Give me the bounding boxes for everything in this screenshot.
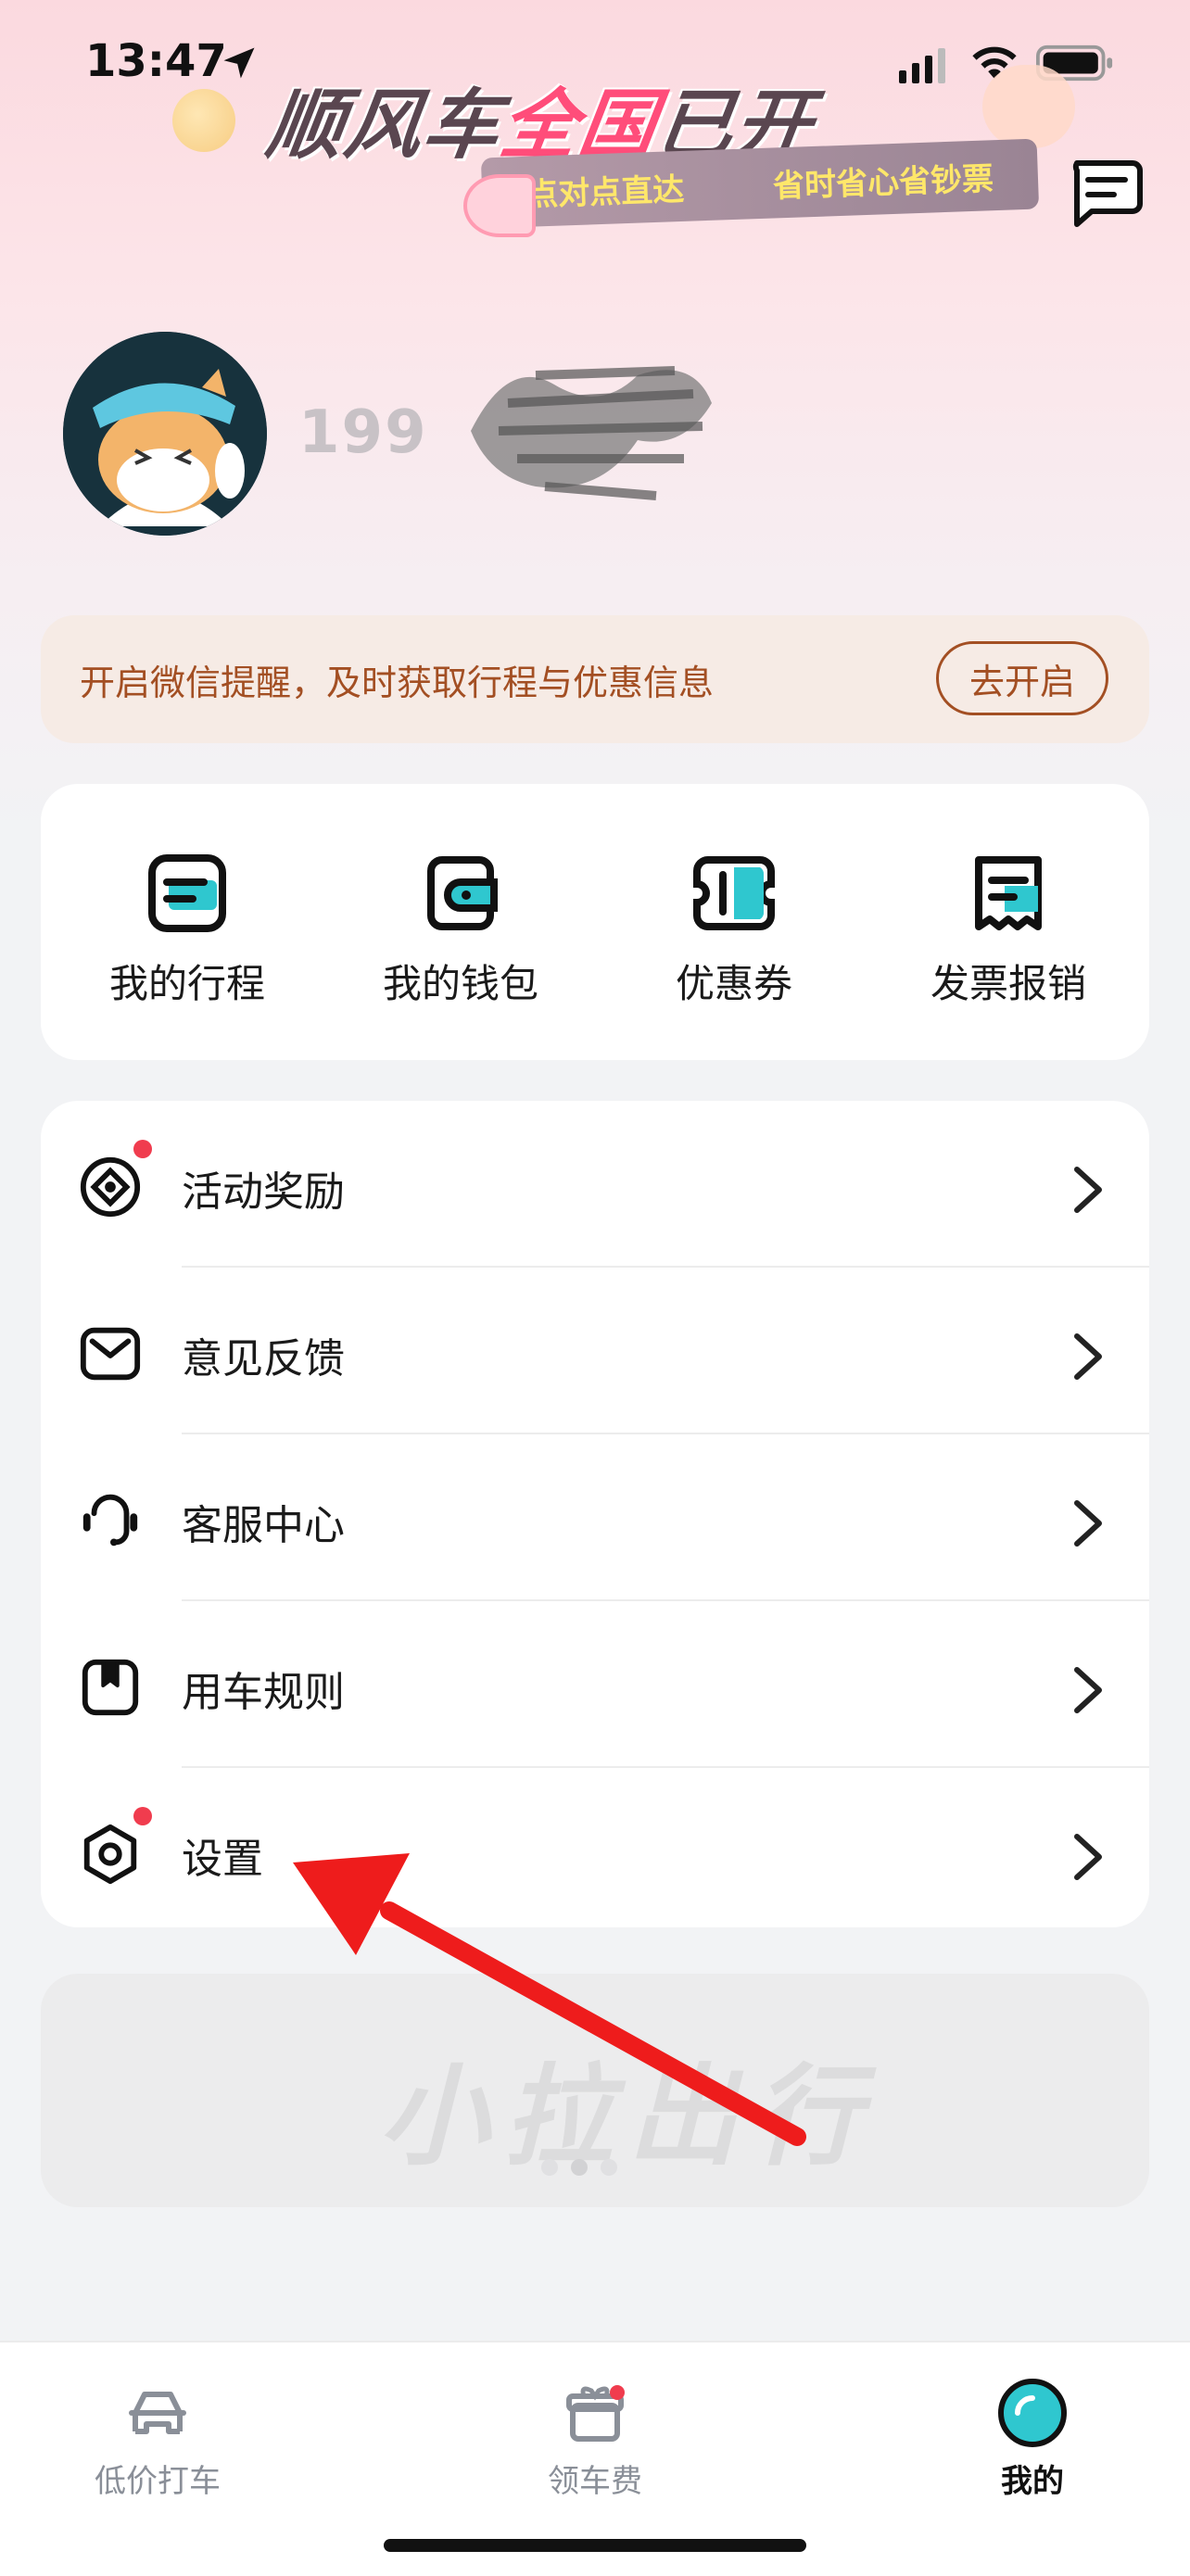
quick-action-coupons[interactable]: 优惠券 [641, 849, 827, 1009]
menu-item-settings[interactable]: 设置 [41, 1768, 1149, 1935]
carousel-dot [541, 2159, 558, 2176]
invoice-icon [975, 856, 1042, 930]
coupon-icon [693, 856, 775, 930]
cat-avatar-icon [63, 332, 267, 536]
ribbon-right-text: 省时省心省钞票 [772, 159, 994, 205]
watermark-logo-text: 小拉出行 [379, 2052, 877, 2180]
headset-icon [78, 1488, 143, 1553]
settings-menu-list: 活动奖励 意见反馈 客服中心 用车规则 设置 [41, 1101, 1149, 1927]
menu-item-customer-service[interactable]: 客服中心 [41, 1434, 1149, 1601]
notification-badge [133, 1140, 152, 1158]
quick-action-label: 我的钱包 [382, 961, 538, 1006]
carousel-indicator [541, 2159, 617, 2176]
quick-action-label: 我的行程 [108, 961, 265, 1006]
menu-item-label: 用车规则 [182, 1669, 345, 1716]
location-arrow-icon [223, 47, 255, 79]
menu-item-label: 活动奖励 [182, 1168, 345, 1216]
profile-tab-icon [998, 2379, 1067, 2447]
chevron-right-icon [1074, 1167, 1102, 1213]
phone-number: 199 [298, 398, 428, 467]
chevron-right-icon [1074, 1500, 1102, 1547]
promo-carousel[interactable]: 小拉出行 [41, 1974, 1149, 2207]
tab-label: 低价打车 [95, 2463, 221, 2500]
status-time: 13:47 [85, 35, 227, 87]
avatar[interactable] [63, 332, 267, 536]
banner-title-prefix: 顺风车 [261, 82, 508, 170]
home-indicator [384, 2539, 806, 2552]
menu-item-label: 客服中心 [182, 1502, 345, 1549]
waving-hand-decoration [982, 65, 1075, 148]
quick-actions-card: 我的行程 我的钱包 优惠券 发票报销 [41, 784, 1149, 1060]
quick-action-label: 优惠券 [675, 961, 792, 1006]
quick-action-label: 发票报销 [930, 961, 1086, 1006]
envelope-icon [78, 1321, 143, 1386]
wechat-reminder-banner: 开启微信提醒，及时获取行程与优惠信息 去开启 [41, 615, 1149, 743]
menu-item-label: 意见反馈 [182, 1335, 345, 1383]
quick-action-my-wallet[interactable]: 我的钱包 [368, 849, 553, 1009]
reward-icon [78, 1155, 143, 1219]
speaker-icon [463, 174, 536, 237]
chevron-right-icon [1074, 1333, 1102, 1380]
tab-label: 领车费 [548, 2463, 642, 2500]
menu-item-feedback[interactable]: 意见反馈 [41, 1268, 1149, 1434]
ribbon-left-text: 点对点直达 [525, 170, 685, 214]
quick-action-invoice[interactable]: 发票报销 [916, 849, 1101, 1009]
notification-badge [133, 1807, 152, 1825]
coin-decoration [172, 89, 235, 152]
enable-reminder-button[interactable]: 去开启 [936, 641, 1108, 715]
gift-box-icon [566, 2385, 625, 2442]
carousel-dot [601, 2159, 617, 2176]
rules-book-icon [78, 1655, 143, 1720]
menu-item-rules[interactable]: 用车规则 [41, 1601, 1149, 1768]
tab-mine[interactable]: 我的 [930, 2376, 1134, 2501]
wechat-reminder-text: 开启微信提醒，及时获取行程与优惠信息 [80, 663, 715, 703]
cellular-signal-icon [899, 48, 945, 83]
chevron-right-icon [1074, 1667, 1102, 1713]
carousel-dot-active [571, 2159, 588, 2176]
tab-cheap-ride[interactable]: 低价打车 [56, 2376, 260, 2501]
menu-item-rewards[interactable]: 活动奖励 [41, 1101, 1149, 1268]
car-icon [129, 2392, 186, 2434]
wallet-icon [427, 856, 498, 930]
redaction-scribble [471, 366, 712, 500]
tab-ride-fee[interactable]: 领车费 [493, 2376, 697, 2501]
tab-label: 我的 [1001, 2463, 1064, 2500]
message-icon[interactable] [1066, 156, 1144, 230]
trip-icon [148, 854, 226, 932]
chevron-right-icon [1074, 1834, 1102, 1880]
settings-hexagon-icon [78, 1822, 143, 1887]
quick-action-my-trips[interactable]: 我的行程 [95, 849, 280, 1009]
menu-item-label: 设置 [182, 1836, 263, 1883]
